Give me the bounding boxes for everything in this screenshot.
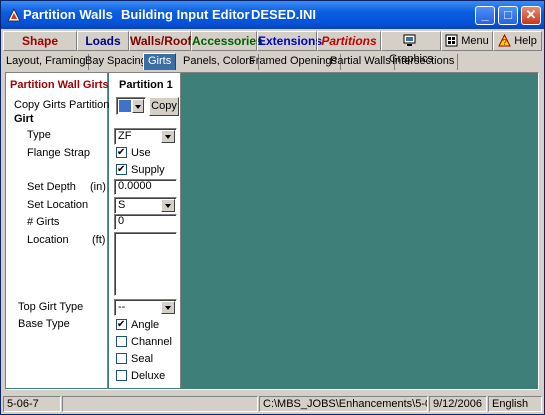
checkbox-box	[116, 146, 127, 159]
seal-label: Seal	[131, 353, 154, 365]
set-location-select[interactable]: S	[114, 197, 177, 214]
title-bar: Partition Walls Building Input Editor DE…	[1, 1, 544, 29]
chevron-down-icon	[161, 130, 175, 143]
section-title: Partition Wall Girts	[10, 79, 109, 91]
chevron-down-icon	[161, 199, 175, 212]
set-depth-unit: (in)	[90, 181, 106, 193]
set-depth-label: Set Depth	[27, 181, 76, 193]
graphics-button[interactable]: Graphics	[381, 31, 441, 65]
tab-layout-framing[interactable]: Layout, Framing	[3, 54, 90, 70]
seal-checkbox[interactable]: Seal	[116, 353, 153, 366]
column-header: Partition 1	[119, 79, 173, 91]
checkbox-box	[116, 318, 127, 331]
tab-strip: Layout, Framing Bay Spacing Girts Panels…	[3, 53, 542, 71]
accessories-button[interactable]: Accessories	[191, 31, 263, 51]
shape-button[interactable]: Shape	[3, 31, 77, 51]
num-girts-input[interactable]: 0	[114, 214, 177, 230]
extensions-button[interactable]: Extensions	[257, 31, 322, 51]
deluxe-label: Deluxe	[131, 370, 166, 382]
app-name: Partition Walls	[23, 7, 113, 22]
labels-column: Partition Wall Girts Copy Girts Partitio…	[6, 73, 123, 388]
set-depth-input[interactable]: 0.0000	[114, 179, 177, 195]
tab-intersections[interactable]: Intersections	[389, 54, 459, 70]
use-checkbox[interactable]: Use	[116, 146, 151, 160]
use-label: Use	[131, 147, 151, 159]
chevron-down-icon	[132, 99, 144, 113]
flange-strap-label: Flange Strap	[27, 147, 90, 159]
copy-button[interactable]: Copy	[149, 97, 179, 116]
editor-name: Building Input Editor	[121, 7, 250, 22]
svg-text:?: ?	[502, 38, 507, 47]
file-name: DESED.INI	[251, 7, 317, 22]
monitor-icon	[403, 34, 416, 46]
status-bar: 5-06-7 C:\MBS_JOBS\Enhancements\5-06-7 9…	[1, 394, 544, 414]
chevron-down-icon	[161, 301, 175, 314]
set-location-value: S	[118, 199, 126, 211]
type-label: Type	[27, 129, 51, 141]
angle-label: Angle	[131, 319, 160, 331]
supply-checkbox[interactable]: Supply	[116, 163, 165, 177]
location-label: Location	[27, 234, 69, 246]
close-button[interactable]: ✕	[521, 6, 541, 25]
angle-checkbox[interactable]: Angle	[116, 318, 160, 332]
checkbox-box	[116, 353, 127, 364]
copy-label: Copy Girts Partition ID	[14, 99, 124, 111]
checkbox-box	[116, 163, 127, 176]
checkbox-box	[116, 370, 127, 381]
status-path: C:\MBS_JOBS\Enhancements\5-06-7	[259, 396, 428, 412]
loads-button[interactable]: Loads	[77, 31, 129, 51]
status-job: 5-06-7	[3, 396, 61, 412]
menu-button[interactable]: Menu	[441, 31, 493, 51]
tab-partial-walls[interactable]: Partial Walls	[327, 54, 395, 70]
partitions-button[interactable]: Partitions	[317, 31, 381, 51]
help-icon: ?	[498, 33, 511, 47]
channel-checkbox[interactable]: Channel	[116, 336, 172, 349]
menu-icon	[445, 34, 458, 47]
top-girt-type-select[interactable]: --	[114, 299, 177, 316]
supply-label: Supply	[131, 164, 165, 176]
location-list[interactable]	[114, 232, 177, 296]
deluxe-checkbox[interactable]: Deluxe	[116, 370, 165, 383]
base-type-label: Base Type	[18, 318, 70, 330]
top-girt-type-value: --	[118, 301, 126, 313]
num-girts-label: # Girts	[27, 216, 60, 228]
channel-label: Channel	[131, 336, 172, 348]
color-picker[interactable]	[116, 97, 146, 115]
maximize-button[interactable]: □	[498, 6, 518, 25]
type-select[interactable]: ZF	[114, 128, 177, 145]
location-unit: (ft)	[92, 234, 106, 246]
help-button[interactable]: ? Help	[493, 31, 542, 51]
minimize-button[interactable]: _	[475, 6, 495, 25]
main-toolbar: Shape Loads Walls/Roof Accessories Exten…	[3, 30, 542, 65]
status-language: English	[488, 396, 542, 412]
walls-roof-button[interactable]: Walls/Roof	[129, 31, 192, 51]
help-label: Help	[514, 35, 537, 47]
checkbox-box	[116, 336, 127, 347]
tab-girts[interactable]: Girts	[143, 53, 177, 70]
menu-label: Menu	[461, 35, 489, 47]
status-date: 9/12/2006	[429, 396, 487, 412]
girt-heading: Girt	[14, 113, 34, 125]
color-swatch	[119, 100, 131, 112]
app-icon	[7, 7, 21, 22]
type-value: ZF	[118, 130, 132, 142]
top-girt-type-label: Top Girt Type	[18, 301, 84, 313]
app-window: Partition Walls Building Input Editor DE…	[0, 0, 545, 415]
status-empty	[62, 396, 258, 412]
tab-bay-spacing[interactable]: Bay Spacing	[82, 54, 151, 70]
set-location-label: Set Location	[27, 199, 89, 211]
